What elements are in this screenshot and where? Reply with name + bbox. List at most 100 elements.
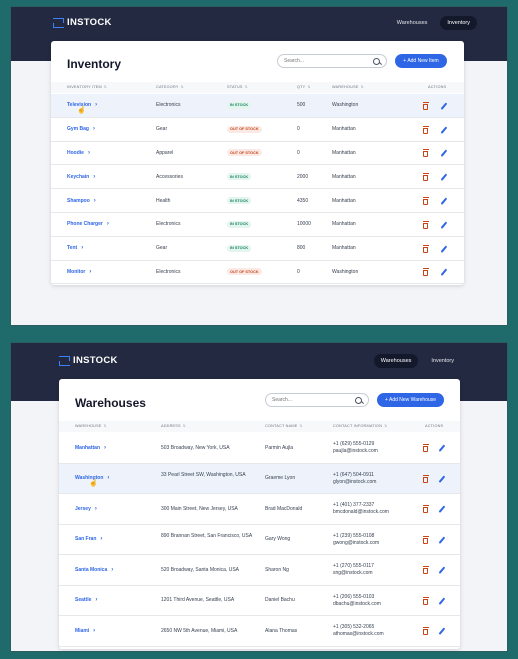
qty-cell: 0 <box>297 126 300 133</box>
col-header[interactable]: INVENTORY ITEM ⇅ <box>67 85 107 89</box>
col-header[interactable]: CONTACT INFORMATION ⇅ <box>333 424 387 428</box>
delete-icon[interactable] <box>422 505 429 514</box>
edit-icon[interactable] <box>438 536 445 544</box>
add-item-button[interactable]: + Add New Item <box>395 54 447 68</box>
warehouse-name[interactable]: San Fran <box>75 536 96 542</box>
col-header[interactable]: STATUS ⇅ <box>227 85 248 89</box>
table-row[interactable]: Santa Monica › 520 Broadway, Santa Monica,… <box>59 555 460 586</box>
brand-logo[interactable]: INSTOCK <box>53 17 112 28</box>
table-header: INVENTORY ITEM ⇅ CATEGORY ⇅ STATUS ⇅ QTY ⇅ W… <box>51 82 464 93</box>
delete-icon[interactable] <box>422 125 429 134</box>
delete-icon[interactable] <box>422 596 429 605</box>
warehouse-name[interactable]: Manhattan <box>75 445 100 451</box>
delete-icon[interactable] <box>422 244 429 253</box>
delete-icon[interactable] <box>422 566 429 575</box>
table-row[interactable]: San Fran › 890 Brannan Street, San Francis… <box>59 525 460 555</box>
table-row[interactable]: Monitor › Electronics OUT OF STOCK 0 Washingt… <box>51 261 464 285</box>
item-link[interactable]: Hoodie › <box>67 150 90 156</box>
nav-inventory[interactable]: Inventory <box>424 354 461 368</box>
edit-icon[interactable] <box>438 597 445 605</box>
warehouse-link[interactable]: Santa Monica › <box>75 567 113 573</box>
edit-icon[interactable] <box>440 268 447 277</box>
search-input[interactable] <box>284 58 373 64</box>
warehouse-link[interactable]: Seattle › <box>75 597 97 603</box>
col-header[interactable]: WAREHOUSE ⇅ <box>75 424 107 428</box>
item-name[interactable]: Gym Bag <box>67 126 89 132</box>
item-link[interactable]: Keychain › <box>67 174 95 180</box>
edit-icon[interactable] <box>440 173 447 181</box>
delete-icon[interactable] <box>422 444 429 453</box>
item-name[interactable]: Hoodie <box>67 150 84 156</box>
brand-logo[interactable]: INSTOCK <box>59 355 118 366</box>
edit-icon[interactable] <box>440 102 447 110</box>
item-name[interactable]: Phone Charger <box>67 221 103 227</box>
item-link[interactable]: Gym Bag › <box>67 126 95 132</box>
warehouse-name[interactable]: Miami <box>75 628 89 634</box>
col-header[interactable]: WAREHOUSE ⇅ <box>332 85 364 89</box>
item-link[interactable]: Shampoo › <box>67 198 96 204</box>
col-header[interactable]: QTY ⇅ <box>297 85 311 89</box>
warehouse-link[interactable]: San Fran › <box>75 536 102 542</box>
delete-icon[interactable] <box>422 197 429 206</box>
edit-icon[interactable] <box>438 627 445 635</box>
item-name[interactable]: Shampoo <box>67 198 90 204</box>
col-header[interactable]: CONTACT NAME ⇅ <box>265 424 303 428</box>
edit-icon[interactable] <box>440 126 447 134</box>
table-row[interactable]: Keychain › Accessories IN STOCK 2000 Manhatta… <box>51 165 464 190</box>
item-link[interactable]: Monitor › <box>67 269 91 275</box>
nav-warehouses[interactable]: Warehouses <box>390 16 435 30</box>
delete-icon[interactable] <box>422 149 429 158</box>
warehouse-name[interactable]: Santa Monica <box>75 567 107 573</box>
warehouse-name[interactable]: Jersey <box>75 506 91 512</box>
warehouse-link[interactable]: Jersey › <box>75 506 97 512</box>
edit-icon[interactable] <box>440 197 447 205</box>
inventory-screen: INSTOCK Warehouses Inventory Inventory +… <box>10 6 508 326</box>
delete-icon[interactable] <box>422 474 429 483</box>
delete-icon[interactable] <box>422 268 429 277</box>
table-row[interactable]: Gym Bag › Gear OUT OF STOCK 0 Manhattan <box>51 118 464 142</box>
warehouse-name[interactable]: Seattle <box>75 597 91 603</box>
item-link[interactable]: Tent › <box>67 245 83 251</box>
edit-icon[interactable] <box>440 221 447 229</box>
add-warehouse-button[interactable]: + Add New Warehouse <box>377 393 444 407</box>
table-row[interactable]: Hoodie › Apparel OUT OF STOCK 0 Manhattan <box>51 142 464 166</box>
delete-icon[interactable] <box>422 220 429 229</box>
nav-inventory[interactable]: Inventory <box>440 16 477 30</box>
chevron-right-icon: › <box>95 102 98 109</box>
delete-icon[interactable] <box>422 535 429 544</box>
edit-icon[interactable] <box>438 444 445 452</box>
search-icon[interactable] <box>355 396 362 404</box>
search-input[interactable] <box>272 397 355 403</box>
table-row[interactable]: Manhattan › 503 Broadway, New York, USA Par… <box>59 433 460 464</box>
item-name[interactable]: Monitor <box>67 269 85 275</box>
table-row[interactable]: Washington › 33 Pearl Street SW, Washingto… <box>59 463 460 494</box>
table-row[interactable]: Jersey › 300 Main Street, New Jersey, USA B… <box>59 494 460 525</box>
nav-warehouses[interactable]: Warehouses <box>373 354 419 368</box>
edit-icon[interactable] <box>440 149 447 158</box>
search-box[interactable] <box>277 54 387 68</box>
item-name[interactable]: Tent <box>67 245 77 251</box>
item-link[interactable]: Phone Charger › <box>67 221 109 227</box>
delete-icon[interactable] <box>422 101 429 110</box>
delete-icon[interactable] <box>422 173 429 182</box>
table-row[interactable]: Miami › 2650 NW 5th Avenue, Miami, USA Alan… <box>59 616 460 647</box>
item-name[interactable]: Keychain <box>67 174 89 180</box>
table-row[interactable]: Shampoo › Health IN STOCK 4350 Manhattan <box>51 189 464 213</box>
table-row[interactable]: Phone Charger › Electronics IN STOCK 10000 Ma… <box>51 213 464 237</box>
table-row[interactable]: Seattle › 1201 Third Avenue, Seattle, USA D… <box>59 586 460 616</box>
edit-icon[interactable] <box>440 245 447 253</box>
warehouse-link[interactable]: Miami › <box>75 628 95 634</box>
edit-icon[interactable] <box>438 505 445 513</box>
search-icon[interactable] <box>373 57 380 65</box>
contact-email: paujla@instock.com <box>333 448 378 455</box>
table-row[interactable]: Television › Electronics IN STOCK 500 Washing… <box>51 94 464 118</box>
warehouse-link[interactable]: Manhattan › <box>75 445 106 451</box>
search-box[interactable] <box>265 393 369 407</box>
table-row[interactable]: Tent › Gear IN STOCK 800 Manhattan <box>51 237 464 261</box>
col-header[interactable]: ADDRESS ⇅ <box>161 424 186 428</box>
chevron-right-icon: › <box>104 444 106 451</box>
edit-icon[interactable] <box>438 475 445 483</box>
delete-icon[interactable] <box>422 627 429 636</box>
col-header[interactable]: CATEGORY ⇅ <box>156 85 184 89</box>
edit-icon[interactable] <box>438 566 445 574</box>
